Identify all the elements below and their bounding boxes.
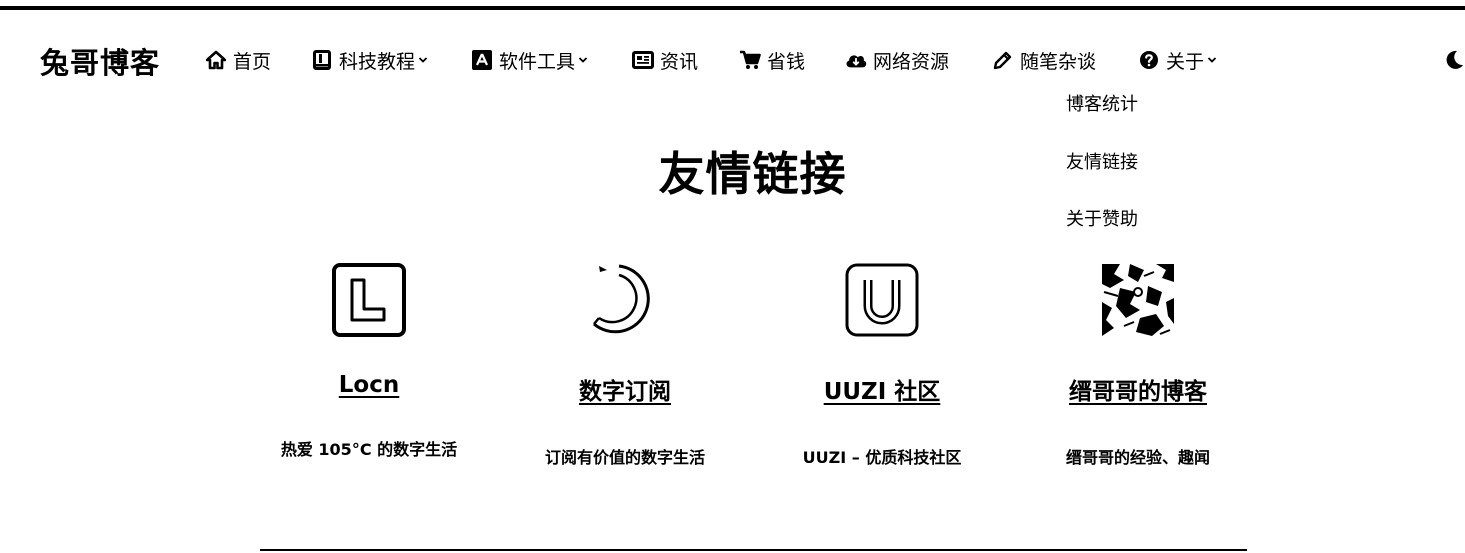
pencil-icon	[992, 49, 1014, 71]
nav-item-resources[interactable]: 网络资源	[845, 46, 949, 74]
app-store-icon	[471, 49, 493, 71]
letter-l-logo[interactable]	[331, 262, 407, 338]
link-card-description: UUZI – 优质科技社区	[802, 448, 962, 467]
nav-item-tutorials[interactable]: 科技教程	[311, 46, 428, 74]
link-card-digital-subscription: 数字订阅 订阅有价值的数字生活	[525, 262, 725, 468]
site-title[interactable]: 兔哥博客	[40, 40, 160, 82]
chevron-down-icon	[1207, 55, 1217, 65]
nav-item-label: 网络资源	[873, 50, 950, 73]
letter-u-logo[interactable]	[844, 262, 920, 338]
link-card-uuzi: UUZI 社区 UUZI – 优质科技社区	[782, 262, 982, 468]
crescent-logo[interactable]	[587, 262, 663, 338]
link-card-description: 热爱 105°C 的数字生活	[280, 440, 458, 459]
content-divider	[260, 549, 1247, 551]
dropdown-item-sponsor[interactable]: 关于赞助	[1066, 205, 1138, 231]
cloud-download-icon	[845, 49, 867, 71]
newspaper-icon	[632, 49, 654, 71]
nav-item-label: 科技教程	[339, 50, 416, 73]
nav-item-label: 关于	[1166, 50, 1205, 73]
cart-icon	[739, 49, 761, 71]
book-icon	[311, 49, 333, 71]
nav-item-label: 随笔杂谈	[1020, 50, 1097, 73]
link-card-description: 缙哥哥的经验、趣闻	[1065, 448, 1210, 467]
nav-item-label: 资讯	[660, 50, 699, 73]
page-title: 友情链接	[658, 147, 847, 201]
nav-item-essays[interactable]: 随笔杂谈	[992, 46, 1096, 74]
link-card-name[interactable]: 缙哥哥的博客	[1038, 372, 1238, 406]
top-border	[0, 6, 1465, 10]
nav-item-home[interactable]: 首页	[205, 46, 271, 74]
chevron-down-icon	[418, 55, 428, 65]
nav-item-label: 首页	[233, 50, 272, 73]
question-circle-icon	[1138, 49, 1160, 71]
link-card-name[interactable]: Locn	[269, 372, 469, 398]
dropdown-item-stats[interactable]: 博客统计	[1066, 90, 1138, 116]
home-icon	[205, 49, 227, 71]
nav-item-about[interactable]: 关于	[1138, 46, 1217, 74]
nav-item-software[interactable]: 软件工具	[471, 46, 588, 74]
link-card-description: 订阅有价值的数字生活	[544, 448, 705, 467]
link-card-name[interactable]: 数字订阅	[525, 372, 725, 406]
chevron-down-icon	[578, 55, 588, 65]
link-card-locn: Locn 热爱 105°C 的数字生活	[269, 262, 469, 460]
moon-icon[interactable]	[1443, 49, 1465, 71]
nav-item-label: 软件工具	[499, 50, 576, 73]
photo-avatar[interactable]	[1100, 262, 1176, 338]
nav-item-news[interactable]: 资讯	[632, 46, 698, 74]
nav-item-savings[interactable]: 省钱	[739, 46, 805, 74]
link-card-name[interactable]: UUZI 社区	[782, 372, 982, 406]
nav-item-label: 省钱	[767, 50, 806, 73]
link-card-jingge-blog: 缙哥哥的博客 缙哥哥的经验、趣闻	[1038, 262, 1238, 468]
